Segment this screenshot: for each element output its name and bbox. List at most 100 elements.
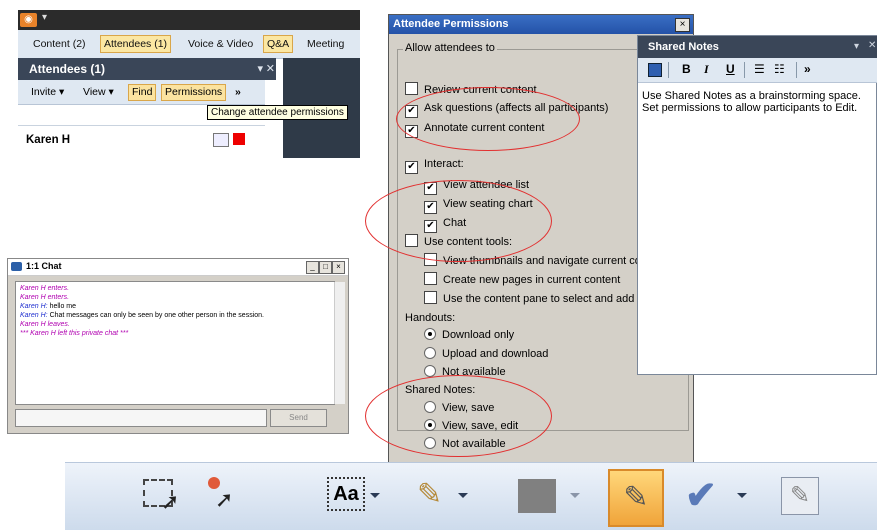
checkbox-label: Review current content [424, 84, 537, 96]
color-swatch-icon[interactable] [518, 479, 556, 513]
use-content-tools-checkbox[interactable]: Use content tools: [405, 234, 512, 250]
minimize-icon[interactable]: _ [306, 261, 319, 274]
chat-line: Karen H enters. [20, 285, 70, 292]
chat-title: 1:1 Chat [26, 261, 62, 271]
review-content-checkbox[interactable]: Review current content [405, 82, 537, 98]
notes-toolbar: B I U ☰ ☷ » [638, 58, 877, 83]
more-button[interactable]: » [232, 85, 244, 100]
chevron-down-icon[interactable] [370, 493, 380, 498]
checkbox-label: Chat [443, 217, 467, 229]
maximize-icon[interactable]: □ [319, 261, 332, 274]
chat-checkbox[interactable]: ✔ Chat [424, 215, 467, 233]
save-icon[interactable] [648, 63, 662, 77]
ask-questions-checkbox[interactable]: ✔ Ask questions (affects all participants… [405, 100, 608, 118]
chevron-down-icon[interactable] [737, 493, 747, 498]
highlighter-icon[interactable]: ✎ [608, 469, 664, 527]
handouts-download-only-radio[interactable]: Download only [424, 327, 514, 343]
shared-notes-view-save-edit-radio[interactable]: View, save, edit [424, 418, 518, 434]
app-logo-icon[interactable]: ◉ [20, 13, 37, 27]
bold-button[interactable]: B [682, 62, 691, 76]
dialog-title: Attendee Permissions [389, 15, 693, 34]
chat-titlebar: 1:1 Chat _ □ × [8, 259, 348, 276]
attendees-toolbar: Invite ▾ View ▾ Find Permissions » [18, 80, 265, 105]
chevron-down-icon[interactable] [570, 493, 580, 498]
radio-label: View, save [442, 402, 495, 414]
chat-window: 1:1 Chat _ □ × Karen H enters. Karen H e… [7, 258, 349, 434]
pane-close-icon[interactable]: ✕ [868, 40, 876, 51]
shared-notes-title: Shared Notes [638, 36, 877, 58]
tab-content[interactable]: Content (2) [30, 36, 89, 52]
radio-label: Not available [442, 366, 506, 378]
radio-icon [424, 401, 436, 413]
shared-notes-text[interactable]: Use Shared Notes as a brainstorming spac… [642, 90, 872, 114]
interact-checkbox[interactable]: ✔ Interact: [405, 156, 464, 174]
attendees-panel-region: ◉ ▾ Content (2) Attendees (1) Voice & Vi… [18, 10, 360, 158]
pane-menu-chevron-icon[interactable]: ▾ [257, 58, 263, 80]
chat-scrollbar[interactable] [334, 282, 345, 404]
chat-message: Chat messages can only be seen by one ot… [47, 312, 264, 319]
chat-sender: Karen H: [20, 312, 48, 319]
view-attendee-list-checkbox[interactable]: ✔ View attendee list [424, 177, 530, 195]
chat-sender: Karen H: [20, 303, 48, 310]
radio-icon [424, 437, 436, 449]
checkbox-label: Use content tools: [424, 236, 513, 248]
close-icon[interactable]: × [332, 261, 345, 274]
checkbox-icon [405, 82, 418, 95]
view-seating-chart-checkbox[interactable]: ✔ View seating chart [424, 196, 533, 214]
checkmark-icon: ✔ [405, 161, 418, 174]
tab-qa[interactable]: Q&A [263, 35, 294, 53]
numbered-list-icon[interactable]: ☷ [774, 62, 785, 76]
eraser-icon[interactable]: ✎ [781, 477, 819, 515]
attendee-name[interactable]: Karen H [26, 134, 70, 146]
busy-status-icon [233, 133, 245, 145]
handouts-not-available-radio[interactable]: Not available [424, 364, 506, 380]
checkbox-label: Use the content pane to select and add c [443, 293, 643, 305]
radio-label: Upload and download [442, 348, 549, 360]
radio-label: Not available [442, 438, 506, 450]
view-button[interactable]: View ▾ [80, 85, 117, 100]
tab-voice-video[interactable]: Voice & Video [185, 36, 256, 52]
permissions-button[interactable]: Permissions [161, 84, 227, 101]
quick-access-chevron-icon[interactable]: ▾ [42, 12, 47, 23]
checkmark-stamp-icon[interactable]: ✔ [685, 473, 717, 517]
cursor-arrow-icon: ➚ [161, 489, 180, 514]
invite-button[interactable]: Invite ▾ [28, 85, 67, 100]
shared-notes-not-available-radio[interactable]: Not available [424, 436, 506, 452]
handouts-label: Handouts: [405, 312, 456, 324]
find-button[interactable]: Find [128, 84, 157, 101]
chat-message-input[interactable] [15, 409, 267, 427]
dialog-close-button[interactable]: × [675, 18, 690, 32]
radio-label: View, save, edit [442, 420, 519, 432]
checkmark-icon: ✔ [424, 182, 437, 195]
radio-icon [424, 419, 436, 431]
italic-button[interactable]: I [704, 62, 709, 77]
laser-pointer-icon[interactable]: ➚ [215, 487, 233, 527]
bullet-list-icon[interactable]: ☰ [754, 62, 765, 76]
chat-line: Karen H: Chat messages can only be seen … [20, 312, 264, 319]
checkbox-label: View attendee list [443, 179, 530, 191]
tab-meeting[interactable]: Meeting [304, 36, 347, 52]
tab-attendees[interactable]: Attendees (1) [100, 35, 172, 53]
invite-label: Invite [31, 86, 57, 98]
more-button[interactable]: » [804, 62, 811, 76]
handouts-upload-download-radio[interactable]: Upload and download [424, 346, 548, 362]
shared-notes-view-save-radio[interactable]: View, save [424, 400, 494, 416]
underline-button[interactable]: U [726, 62, 735, 76]
chat-line: Karen H enters. [20, 294, 70, 301]
checkbox-label: View thumbnails and navigate current cor [443, 255, 645, 267]
text-tool-icon[interactable]: Aa [327, 477, 365, 511]
use-content-pane-checkbox[interactable]: Use the content pane to select and add c [424, 291, 643, 307]
checkbox-label: Interact: [424, 158, 464, 170]
chat-line: Karen H: hello me [20, 303, 76, 310]
divider [796, 62, 797, 78]
send-button[interactable]: Send [270, 409, 327, 427]
chat-log[interactable]: Karen H enters. Karen H enters. Karen H:… [15, 281, 345, 405]
pane-menu-chevron-icon[interactable]: ▾ [854, 41, 859, 52]
checkmark-icon: ✔ [424, 220, 437, 233]
view-thumbnails-checkbox[interactable]: View thumbnails and navigate current cor [424, 253, 645, 269]
annotate-content-checkbox[interactable]: ✔ Annotate current content [405, 120, 544, 138]
create-pages-checkbox[interactable]: Create new pages in current content [424, 272, 620, 288]
pen-tool-icon[interactable]: ✎ [417, 477, 442, 517]
pane-close-icon[interactable]: ✕ [266, 58, 275, 80]
chevron-down-icon[interactable] [458, 493, 468, 498]
